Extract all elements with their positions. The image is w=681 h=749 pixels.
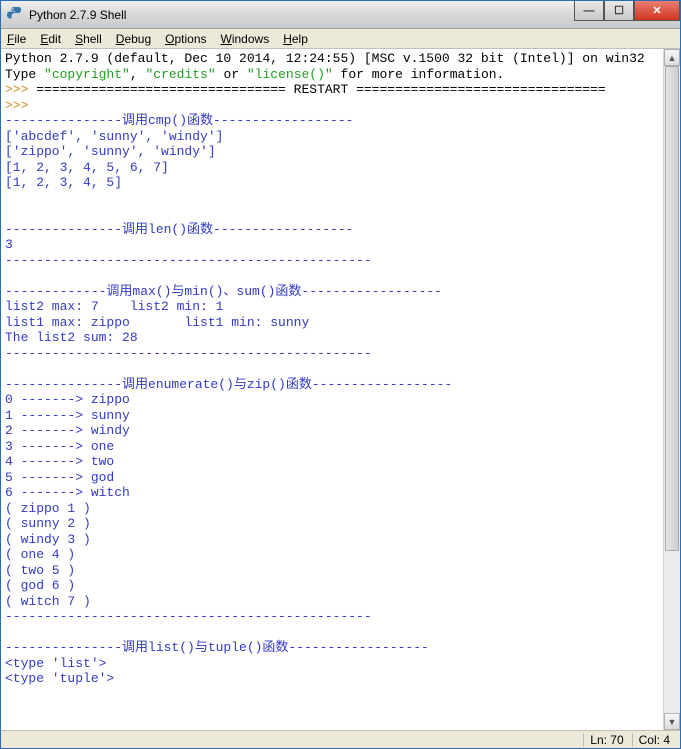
menu-file[interactable]: File [7, 32, 26, 46]
zip-2: ( windy 3 ) [5, 532, 91, 547]
info-str1: "copyright" [44, 67, 130, 82]
mm-l2: list1 max: zippo list1 min: sunny [5, 315, 309, 330]
vertical-scrollbar[interactable]: ▲ ▼ [663, 49, 680, 730]
prompt2: >>> [5, 98, 36, 113]
content-area: Python 2.7.9 (default, Dec 10 2014, 12:2… [1, 49, 680, 730]
prompt1: >>> [5, 82, 36, 97]
sec-len: ---------------调用len()函数----------------… [5, 222, 353, 237]
mm-l3: The list2 sum: 28 [5, 330, 138, 345]
type-tuple: <type 'tuple'> [5, 671, 114, 686]
zip-3: ( one 4 ) [5, 547, 75, 562]
zip-5: ( god 6 ) [5, 578, 75, 593]
minimize-button[interactable]: — [574, 1, 604, 21]
zip-0: ( zippo 1 ) [5, 501, 91, 516]
close-button[interactable]: ✕ [634, 1, 680, 21]
dash2: ----------------------------------------… [5, 346, 372, 361]
enum-6: 6 -------> witch [5, 485, 130, 500]
cmp-l1: ['abcdef', 'sunny', 'windy'] [5, 129, 223, 144]
menu-shell[interactable]: Shell [75, 32, 102, 46]
scroll-thumb[interactable] [665, 66, 679, 551]
window-buttons: — ☐ ✕ [574, 1, 680, 21]
maximize-button[interactable]: ☐ [604, 1, 634, 21]
enum-3: 3 -------> one [5, 439, 114, 454]
info-str2: "credits" [145, 67, 215, 82]
cmp-l2: ['zippo', 'sunny', 'windy'] [5, 144, 216, 159]
window-title: Python 2.7.9 Shell [29, 8, 126, 22]
info-sep1: , [130, 67, 146, 82]
info-suffix: for more information. [333, 67, 505, 82]
enum-2: 2 -------> windy [5, 423, 130, 438]
sec-cmp: ---------------调用cmp()函数----------------… [5, 113, 353, 128]
zip-6: ( witch 7 ) [5, 594, 91, 609]
sec-list: ---------------调用list()与tuple()函数-------… [5, 640, 429, 655]
info-prefix: Type [5, 67, 44, 82]
titlebar: Python 2.7.9 Shell — ☐ ✕ [1, 1, 680, 29]
app-icon [7, 7, 23, 23]
sec-maxmin: -------------调用max()与min()、sum()函数------… [5, 284, 442, 299]
mm-l1: list2 max: 7 list2 min: 1 [5, 299, 223, 314]
type-list: <type 'list'> [5, 656, 106, 671]
cmp-l4: [1, 2, 3, 4, 5] [5, 175, 122, 190]
dash1: ----------------------------------------… [5, 253, 372, 268]
enum-4: 4 -------> two [5, 454, 114, 469]
menu-windows[interactable]: Windows [221, 32, 270, 46]
scroll-up-button[interactable]: ▲ [664, 49, 680, 66]
status-line: Ln: 70 [583, 733, 629, 747]
menu-options[interactable]: Options [165, 32, 206, 46]
dash3: ----------------------------------------… [5, 609, 372, 624]
menu-help[interactable]: Help [283, 32, 308, 46]
version-line: Python 2.7.9 (default, Dec 10 2014, 12:2… [5, 51, 645, 66]
sec-enum: ---------------调用enumerate()与zip()函数----… [5, 377, 452, 392]
shell-output[interactable]: Python 2.7.9 (default, Dec 10 2014, 12:2… [1, 49, 663, 730]
enum-0: 0 -------> zippo [5, 392, 130, 407]
restart-line: ================================ RESTART… [36, 82, 606, 97]
statusbar: Ln: 70 Col: 4 [1, 730, 680, 748]
enum-5: 5 -------> god [5, 470, 114, 485]
info-sep2: or [216, 67, 247, 82]
scroll-track[interactable] [664, 66, 680, 713]
menu-edit[interactable]: Edit [40, 32, 61, 46]
cmp-l3: [1, 2, 3, 4, 5, 6, 7] [5, 160, 169, 175]
info-str3: "license()" [247, 67, 333, 82]
enum-1: 1 -------> sunny [5, 408, 130, 423]
status-col: Col: 4 [632, 733, 676, 747]
scroll-down-button[interactable]: ▼ [664, 713, 680, 730]
menubar: File Edit Shell Debug Options Windows He… [1, 29, 680, 49]
zip-4: ( two 5 ) [5, 563, 75, 578]
zip-1: ( sunny 2 ) [5, 516, 91, 531]
menu-debug[interactable]: Debug [116, 32, 151, 46]
len-l1: 3 [5, 237, 13, 252]
